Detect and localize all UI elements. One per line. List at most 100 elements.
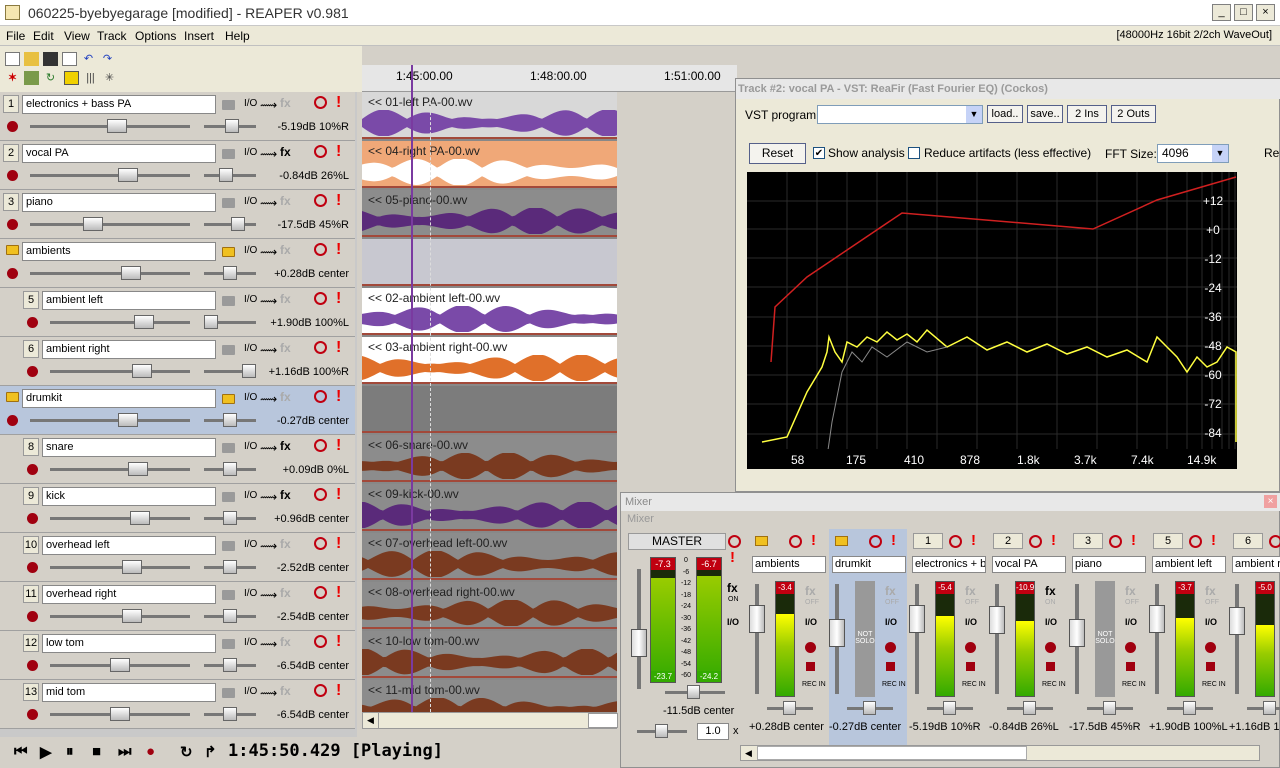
- io-button[interactable]: I/O: [244, 539, 257, 550]
- track-name-input[interactable]: mid tom: [42, 683, 216, 702]
- envelope-icon[interactable]: ⟿: [260, 294, 277, 308]
- pan-knob[interactable]: [223, 707, 237, 721]
- media-item[interactable]: << 04-right PA-00.wv: [362, 141, 617, 188]
- volume-knob[interactable]: [122, 609, 142, 623]
- pan-knob[interactable]: [223, 511, 237, 525]
- volume-knob[interactable]: [118, 168, 139, 182]
- solo-icon[interactable]: !: [891, 532, 896, 549]
- menu-options[interactable]: Options: [135, 29, 176, 43]
- fx-icon[interactable]: fx: [1205, 584, 1216, 598]
- pan-knob[interactable]: [943, 701, 956, 715]
- grid-icon[interactable]: |||: [83, 71, 98, 85]
- fader-knob[interactable]: [829, 619, 845, 647]
- track-row[interactable]: 13 mid tom I/O ⟿ fx! -6.54dB center: [0, 680, 355, 729]
- vst-window-title[interactable]: Track #2: vocal PA - VST: ReaFir (Fast F…: [736, 79, 1280, 99]
- io-button[interactable]: I/O: [244, 490, 257, 501]
- snap-icon[interactable]: ✳: [102, 71, 117, 85]
- mute-icon[interactable]: [314, 96, 327, 109]
- track-name-input[interactable]: ambient right: [42, 340, 216, 359]
- solo-icon[interactable]: !: [336, 143, 341, 161]
- record-arm-icon[interactable]: [27, 464, 38, 475]
- record-arm-icon[interactable]: [1125, 642, 1136, 653]
- track-name-input[interactable]: piano: [22, 193, 216, 212]
- scroll-thumb[interactable]: [588, 713, 618, 728]
- fader-knob[interactable]: [1069, 619, 1085, 647]
- record-arm-icon[interactable]: [27, 513, 38, 524]
- mixer-title[interactable]: Mixer: [621, 493, 1280, 511]
- fx-icon[interactable]: fx: [280, 537, 291, 551]
- solo-icon[interactable]: !: [336, 584, 341, 602]
- envelope-icon[interactable]: ⟿: [260, 637, 277, 651]
- lock-icon[interactable]: [64, 71, 79, 85]
- monitor-icon[interactable]: [886, 662, 895, 671]
- eq-curve[interactable]: [770, 176, 1237, 363]
- envelope-icon[interactable]: ⟿: [260, 588, 277, 602]
- record-arm-icon[interactable]: [805, 642, 816, 653]
- folder-state-icon[interactable]: [222, 345, 235, 355]
- io-button[interactable]: I/O: [244, 98, 257, 109]
- folder-state-icon[interactable]: [222, 394, 235, 404]
- track-row[interactable]: 10 overhead left I/O ⟿ fx! -2.52dB center: [0, 533, 355, 582]
- master-solo-icon[interactable]: !: [730, 549, 735, 566]
- fader-knob[interactable]: [1229, 606, 1245, 635]
- solo-icon[interactable]: !: [336, 192, 341, 210]
- close-button[interactable]: ×: [1256, 4, 1275, 21]
- mute-icon[interactable]: [314, 390, 327, 403]
- solo-icon[interactable]: !: [811, 532, 816, 549]
- record-arm-icon[interactable]: [7, 121, 18, 132]
- fader-knob[interactable]: [989, 605, 1005, 634]
- volume-knob[interactable]: [118, 413, 139, 427]
- track-name-input[interactable]: electronics + bass PA: [22, 95, 216, 114]
- io-button[interactable]: I/O: [965, 617, 977, 627]
- volume-knob[interactable]: [121, 266, 141, 280]
- arrange-view[interactable]: << 01-left PA-00.wv << 04-right PA-00.wv <…: [362, 92, 617, 712]
- fader-knob[interactable]: [1149, 605, 1165, 634]
- volume-knob[interactable]: [110, 658, 130, 672]
- volume-slider[interactable]: [50, 566, 190, 569]
- vst-program-select[interactable]: ▼: [817, 105, 983, 124]
- reduce-artifacts-checkbox[interactable]: [908, 147, 920, 159]
- record-arm-icon[interactable]: [7, 268, 18, 279]
- fx-icon[interactable]: fx: [1125, 584, 1136, 598]
- strip-name[interactable]: piano: [1072, 556, 1146, 573]
- mixer-close-icon[interactable]: ×: [1264, 495, 1277, 508]
- volume-fader[interactable]: [915, 584, 919, 694]
- volume-knob[interactable]: [107, 119, 127, 133]
- fx-icon[interactable]: fx: [280, 243, 291, 257]
- mixer-scroll-thumb[interactable]: [757, 746, 1027, 760]
- folder-state-icon[interactable]: [222, 247, 235, 257]
- volume-slider[interactable]: [50, 517, 190, 520]
- fx-icon[interactable]: fx: [885, 584, 896, 598]
- monitor-icon[interactable]: [1206, 662, 1215, 671]
- volume-knob[interactable]: [122, 560, 142, 574]
- record-arm-icon[interactable]: [27, 317, 38, 328]
- mute-icon[interactable]: [1029, 535, 1042, 548]
- io-button[interactable]: I/O: [1125, 617, 1137, 627]
- pan-knob[interactable]: [230, 217, 245, 231]
- timeline-ruler[interactable]: 1:45:00.00 1:48:00.00 1:51:00.00: [362, 65, 737, 92]
- pan-knob[interactable]: [863, 701, 876, 715]
- solo-icon[interactable]: !: [336, 388, 341, 406]
- media-item[interactable]: << 07-overhead left-00.wv: [362, 533, 617, 580]
- track-name-input[interactable]: snare: [42, 438, 216, 457]
- envelope-icon[interactable]: ⟿: [260, 686, 277, 700]
- volume-fader[interactable]: [1235, 584, 1239, 694]
- io-button[interactable]: I/O: [244, 588, 257, 599]
- media-item[interactable]: << 01-left PA-00.wv: [362, 92, 617, 139]
- pan-knob[interactable]: [1183, 701, 1196, 715]
- solo-icon[interactable]: !: [1131, 532, 1136, 549]
- strip-name[interactable]: electronics + b: [912, 556, 986, 573]
- io-button[interactable]: I/O: [244, 196, 257, 207]
- track-name-input[interactable]: overhead right: [42, 585, 216, 604]
- mute-icon[interactable]: [314, 635, 327, 648]
- media-item[interactable]: << 02-ambient left-00.wv: [362, 288, 617, 335]
- fft-size-select[interactable]: 4096 ▼: [1157, 144, 1229, 163]
- pan-knob[interactable]: [223, 462, 237, 476]
- mixer-channel-strip[interactable]: ! drumkit NOT SOLO fx OFF I/O REC IN -0.27dB ce…: [829, 529, 907, 753]
- mixer-channel-strip[interactable]: 1! electronics + b -5.4 fx OFF I/O REC IN -5.19…: [909, 529, 987, 753]
- envelope-icon[interactable]: ⟿: [260, 343, 277, 357]
- io-button[interactable]: I/O: [1045, 617, 1057, 627]
- fx-icon[interactable]: fx: [280, 488, 291, 502]
- solo-icon[interactable]: !: [336, 241, 341, 259]
- save-project-icon[interactable]: [43, 52, 58, 66]
